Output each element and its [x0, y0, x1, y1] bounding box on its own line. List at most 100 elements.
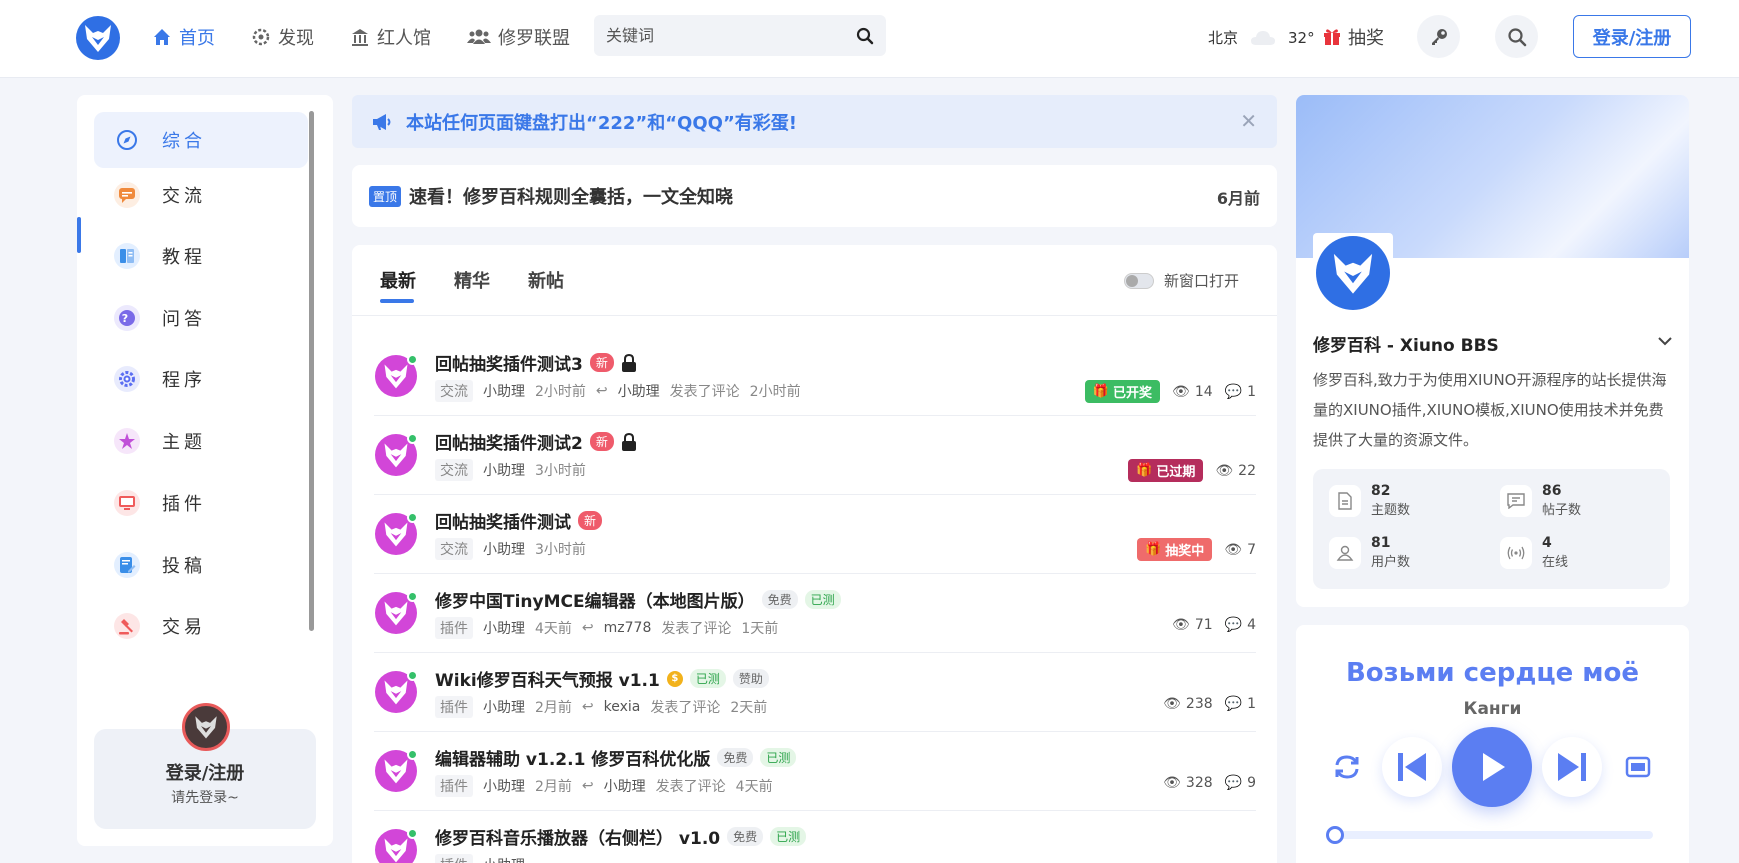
thread-author[interactable]: 小助理: [483, 539, 525, 559]
playlist-button[interactable]: [1623, 752, 1653, 782]
search-input[interactable]: [606, 26, 856, 45]
thread-title[interactable]: 回帖抽奖插件测试2 新: [435, 429, 637, 454]
pinned-title[interactable]: 速看！修罗百科规则全囊括，一文全知晓: [409, 183, 733, 209]
nav-alliance[interactable]: 修罗联盟: [467, 22, 570, 52]
thread-title[interactable]: 回帖抽奖插件测试 新: [435, 508, 603, 533]
thread-title-text[interactable]: 回帖抽奖插件测试3: [435, 350, 583, 375]
tab-new[interactable]: 新帖: [528, 267, 564, 293]
sidebar-item-submit[interactable]: 投稿: [94, 537, 308, 593]
nav-celebrity[interactable]: 红人馆: [350, 22, 431, 52]
sidebar-item-program[interactable]: 程序: [94, 351, 308, 407]
thread-stats: 👁 238 💬 1: [1163, 696, 1256, 712]
views-stat: 👁 22: [1215, 462, 1256, 479]
sidebar-login-title[interactable]: 登录/注册: [94, 759, 316, 785]
compass-icon: [114, 127, 140, 153]
repeat-button[interactable]: [1328, 748, 1366, 786]
thread-author[interactable]: 小助理: [483, 460, 525, 480]
sidebar-item-label: 综合: [162, 131, 206, 152]
thread-time: 3小时前: [535, 463, 586, 479]
next-button[interactable]: [1542, 737, 1602, 797]
tab-featured[interactable]: 精华: [454, 267, 490, 293]
thread-category[interactable]: 交流: [435, 459, 473, 481]
previous-button[interactable]: [1382, 737, 1442, 797]
toggle-switch[interactable]: [1123, 272, 1154, 289]
site-logo[interactable]: [76, 16, 120, 60]
sidebar-item-theme[interactable]: 主题: [94, 413, 308, 469]
thread-category[interactable]: 插件: [435, 854, 473, 863]
sidebar-login-card[interactable]: 登录/注册 请先登录~: [94, 703, 316, 829]
reply-user[interactable]: 小助理: [604, 776, 646, 796]
close-icon[interactable]: ✕: [1240, 109, 1257, 133]
thread-author[interactable]: 小助理: [483, 776, 525, 796]
table-row[interactable]: 回帖抽奖插件测试3 新 交流 小助理 2小时前 ↩ 小助理 发表了评论 2小时前…: [374, 337, 1256, 416]
thread-author[interactable]: 小助理: [483, 855, 525, 863]
thread-category[interactable]: 交流: [435, 538, 473, 560]
thread-category[interactable]: 交流: [435, 380, 473, 402]
table-row[interactable]: 编辑器辅助 v1.2.1 修罗百科优化版 免费 已测 插件 小助理 2月前 ↩ …: [374, 732, 1256, 811]
thread-title-text[interactable]: Wiki修罗百科天气预报 v1.1: [435, 666, 660, 691]
progress-bar[interactable]: [1326, 826, 1653, 844]
pinned-thread[interactable]: 置顶 速看！修罗百科规则全囊括，一文全知晓 6月前: [352, 165, 1277, 227]
header-search-button[interactable]: [1495, 15, 1538, 58]
thread-meta: 插件 小助理: [435, 854, 525, 863]
thread-stats: 🎁 抽奖中 👁 7: [1137, 538, 1256, 561]
eye-icon: 👁: [1215, 462, 1234, 479]
progress-handle[interactable]: [1326, 826, 1344, 844]
thread-author[interactable]: 小助理: [483, 381, 525, 401]
thread-title-text[interactable]: 回帖抽奖插件测试: [435, 508, 571, 533]
reply-user[interactable]: 小助理: [618, 381, 660, 401]
thread-category[interactable]: 插件: [435, 775, 473, 797]
table-row[interactable]: Wiki修罗百科天气预报 v1.1 $ 已测 赞助 插件 小助理 2月前 ↩ k…: [374, 653, 1256, 732]
thread-title[interactable]: 修罗百科音乐播放器（右侧栏） v1.0 免费 已测: [435, 824, 807, 849]
sidebar-item-chat[interactable]: 交流: [94, 167, 308, 223]
play-button[interactable]: [1452, 727, 1532, 807]
nav-alliance-label: 修罗联盟: [498, 28, 570, 49]
table-row[interactable]: 修罗百科音乐播放器（右侧栏） v1.0 免费 已测 插件 小助理: [374, 811, 1256, 863]
tab-latest[interactable]: 最新: [380, 267, 416, 303]
divider: [352, 315, 1277, 316]
thread-author[interactable]: 小助理: [483, 697, 525, 717]
eye-icon: 👁: [1224, 541, 1243, 558]
search-icon[interactable]: [856, 27, 874, 45]
nav-discover[interactable]: 发现: [251, 22, 314, 52]
thread-title-text[interactable]: 修罗中国TinyMCE编辑器（本地图片版）: [435, 587, 755, 612]
table-row[interactable]: 修罗中国TinyMCE编辑器（本地图片版） 免费 已测 插件 小助理 4天前 ↩…: [374, 574, 1256, 653]
key-button[interactable]: [1417, 15, 1460, 58]
comment-icon: 💬: [1224, 696, 1243, 712]
reply-user[interactable]: kexia: [604, 699, 641, 715]
sidebar-item-label: 程序: [162, 370, 206, 391]
reply-text: 发表了评论: [655, 779, 726, 795]
question-icon: ?: [114, 305, 140, 331]
thread-category[interactable]: 插件: [435, 617, 473, 639]
sidebar-item-general[interactable]: 综合: [94, 112, 308, 168]
nav-home-label: 首页: [179, 28, 215, 49]
sidebar-item-plugin[interactable]: 插件: [94, 475, 308, 531]
thread-category[interactable]: 插件: [435, 696, 473, 718]
reply-icon: ↩: [581, 778, 594, 794]
thread-author[interactable]: 小助理: [483, 618, 525, 638]
online-dot: [407, 433, 418, 444]
thread-title-text[interactable]: 回帖抽奖插件测试2: [435, 429, 583, 454]
sidebar-item-tutorial[interactable]: 教程: [94, 228, 308, 284]
nav-home[interactable]: 首页: [152, 22, 215, 52]
sidebar-item-trade[interactable]: 交易: [94, 598, 308, 654]
thread-title[interactable]: 编辑器辅助 v1.2.1 修罗百科优化版 免费 已测: [435, 745, 797, 770]
thread-meta: 交流 小助理 3小时前: [435, 459, 586, 481]
thread-title[interactable]: Wiki修罗百科天气预报 v1.1 $ 已测 赞助: [435, 666, 769, 691]
reply-user[interactable]: mz778: [604, 620, 652, 636]
site-stats: 82 主题数 86 帖子数 81 用户数 4 在线: [1313, 469, 1670, 589]
thread-title-text[interactable]: 修罗百科音乐播放器（右侧栏） v1.0: [435, 824, 720, 849]
chevron-down-icon[interactable]: [1657, 333, 1673, 349]
table-row[interactable]: 回帖抽奖插件测试 新 交流 小助理 3小时前 🎁 抽奖中 👁 7: [374, 495, 1256, 574]
login-register-button[interactable]: 登录/注册: [1573, 15, 1691, 58]
xiuno-logo-icon: [384, 443, 408, 468]
thread-title-text[interactable]: 编辑器辅助 v1.2.1 修罗百科优化版: [435, 745, 710, 770]
sidebar-item-qa[interactable]: ? 问答: [94, 290, 308, 346]
table-row[interactable]: 回帖抽奖插件测试2 新 交流 小助理 3小时前 🎁 已过期 👁 22: [374, 416, 1256, 495]
thread-title[interactable]: 回帖抽奖插件测试3 新: [435, 350, 637, 375]
sidebar-item-label: 投稿: [162, 556, 206, 577]
xiuno-logo-icon: [384, 680, 408, 705]
thread-title[interactable]: 修罗中国TinyMCE编辑器（本地图片版） 免费 已测: [435, 587, 841, 612]
sidebar-scrollbar[interactable]: [309, 111, 314, 631]
prize-link[interactable]: 抽奖: [1322, 24, 1384, 50]
